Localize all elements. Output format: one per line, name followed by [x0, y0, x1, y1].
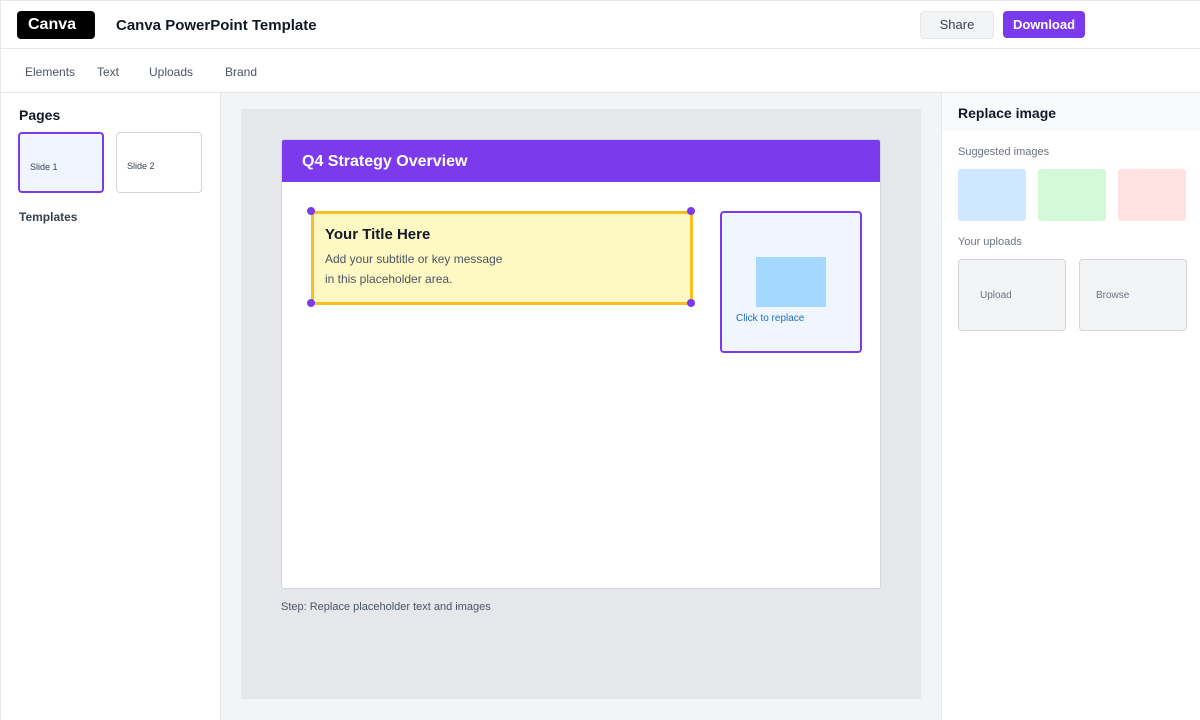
resize-handle-top-left[interactable] [307, 207, 315, 215]
resize-handle-bottom-left[interactable] [307, 299, 315, 307]
browse-button[interactable]: Browse [1079, 259, 1187, 331]
click-to-replace-link[interactable]: Click to replace [736, 313, 804, 324]
page-thumbnail-slide-2[interactable]: Slide 2 [116, 132, 202, 193]
replace-image-panel: Replace image Suggested images Your uplo… [941, 93, 1200, 720]
page-thumbnail-label: Slide 2 [127, 161, 155, 171]
suggested-image-1[interactable] [958, 169, 1026, 221]
placeholder-subtitle-line-2[interactable]: in this placeholder area. [325, 272, 452, 286]
browse-label: Browse [1096, 290, 1130, 301]
upload-button[interactable]: Upload [958, 259, 1066, 331]
upload-label: Upload [980, 290, 1012, 301]
page-thumbnail-slide-1[interactable]: Slide 1 [18, 132, 104, 193]
suggested-image-3[interactable] [1118, 169, 1186, 221]
resize-handle-top-right[interactable] [687, 207, 695, 215]
templates-heading[interactable]: Templates [19, 210, 77, 224]
image-placeholder[interactable]: Click to replace [720, 211, 862, 353]
download-button[interactable]: Download [1003, 11, 1085, 38]
document-title[interactable]: Canva PowerPoint Template [116, 17, 317, 34]
share-button[interactable]: Share [920, 11, 994, 39]
resize-handle-bottom-right[interactable] [687, 299, 695, 307]
canvas-area: Q4 Strategy Overview Your Title Here Add… [221, 93, 941, 720]
canva-editor: Canva Canva PowerPoint Template Share Do… [0, 0, 1200, 720]
pages-heading: Pages [19, 107, 61, 123]
suggested-images-label: Suggested images [958, 146, 1050, 158]
image-placeholder-thumbnail [756, 257, 826, 307]
tab-elements[interactable]: Elements [25, 65, 75, 79]
artboard: Q4 Strategy Overview Your Title Here Add… [241, 109, 921, 699]
step-instruction: Step: Replace placeholder text and image… [281, 601, 491, 613]
pages-panel: Pages Slide 1 Slide 2 Templates [1, 93, 221, 720]
slide-canvas[interactable]: Q4 Strategy Overview Your Title Here Add… [281, 139, 881, 589]
top-bar: Canva Canva PowerPoint Template Share Do… [1, 1, 1200, 49]
canva-logo[interactable]: Canva [17, 11, 95, 39]
replace-image-title: Replace image [942, 93, 1200, 131]
placeholder-title[interactable]: Your Title Here [325, 226, 430, 243]
page-thumbnail-label: Slide 1 [30, 162, 58, 172]
your-uploads-label: Your uploads [958, 236, 1022, 248]
slide-header-title[interactable]: Q4 Strategy Overview [282, 140, 880, 182]
text-placeholder-selected[interactable]: Your Title Here Add your subtitle or key… [311, 211, 693, 305]
suggested-image-2[interactable] [1038, 169, 1106, 221]
tab-brand[interactable]: Brand [225, 65, 257, 79]
tool-tabs: Elements Text Uploads Brand [1, 49, 1200, 93]
tab-text[interactable]: Text [97, 65, 119, 79]
placeholder-subtitle-line-1[interactable]: Add your subtitle or key message [325, 252, 502, 266]
tab-uploads[interactable]: Uploads [149, 65, 193, 79]
